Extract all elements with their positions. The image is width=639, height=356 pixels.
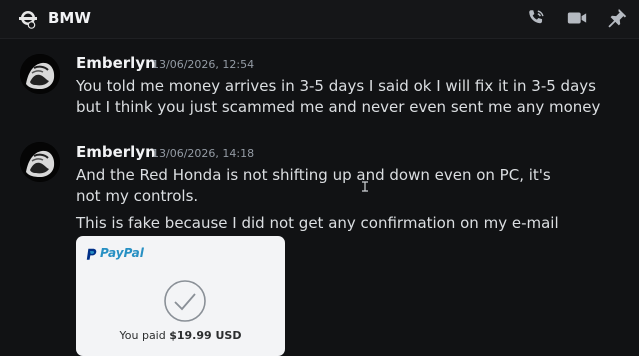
message: Emberlyn 13/06/2026, 12:54 You told me m… <box>0 38 639 138</box>
pin-icon[interactable] <box>606 7 628 29</box>
paid-amount: $19.99 USD <box>169 329 242 342</box>
message-timestamp: 13/06/2026, 14:18 <box>152 147 255 160</box>
avatar[interactable] <box>20 142 60 182</box>
message-text: You told me money arrives in 3-5 days I … <box>76 77 601 116</box>
message-text: And the Red Honda is not shifting up and… <box>76 166 551 205</box>
checkmark-icon <box>164 280 206 322</box>
message-timestamp: 13/06/2026, 12:54 <box>152 58 255 71</box>
paypal-receipt-image[interactable]: PayPal You paid $19.99 USD <box>76 236 285 356</box>
channel-header: BMW <box>0 0 639 39</box>
dm-avatar-icon[interactable] <box>17 9 39 29</box>
paypal-logo-icon <box>86 248 97 260</box>
video-call-icon[interactable] <box>566 7 588 29</box>
message-author[interactable]: Emberlyn <box>76 54 156 72</box>
payment-confirmation: You paid $19.99 USD <box>76 329 285 342</box>
channel-name: BMW <box>48 9 91 27</box>
avatar[interactable] <box>20 54 60 94</box>
text-cursor-icon <box>362 181 368 192</box>
voice-call-icon[interactable] <box>525 7 547 29</box>
message-text: This is fake because I did not get any c… <box>76 214 559 232</box>
paypal-brand: PayPal <box>100 246 144 260</box>
message-author[interactable]: Emberlyn <box>76 143 156 161</box>
paid-prefix: You paid <box>119 329 170 342</box>
